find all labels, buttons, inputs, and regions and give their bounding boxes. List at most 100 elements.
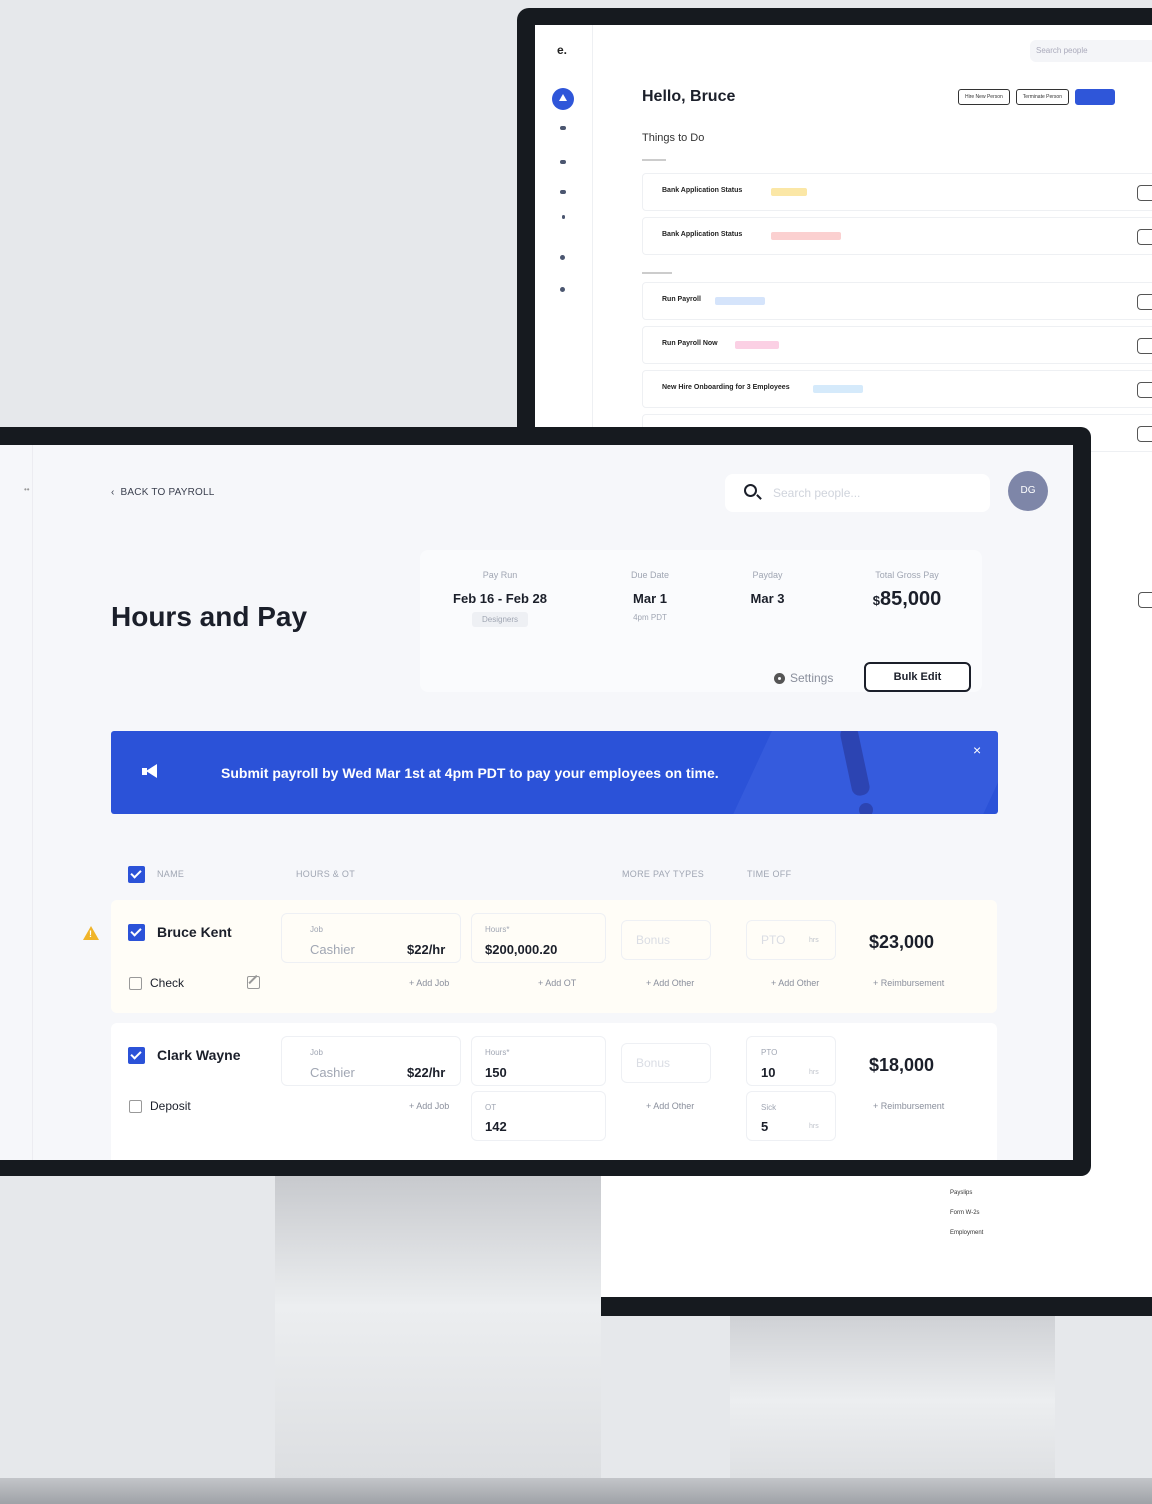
megaphone-icon: [142, 764, 158, 778]
employee-name[interactable]: Clark Wayne: [157, 1047, 241, 1063]
add-other-pay-link[interactable]: + Add Other: [646, 978, 694, 988]
rate-value: $22/hr: [407, 1065, 446, 1080]
status-badge: [813, 385, 863, 393]
back-link-label: BACK TO PAYROLL: [120, 487, 215, 498]
gross-pay-value: $85,000: [857, 588, 957, 611]
todo-action-button[interactable]: [1137, 426, 1152, 442]
hours-and-pay-screen: •• ‹ BACK TO PAYROLL DG Hours and Pay Pay…: [0, 445, 1073, 1160]
status-badge: [771, 188, 807, 196]
add-other-pay-link[interactable]: + Add Other: [646, 1101, 694, 1111]
warning-icon[interactable]: [83, 926, 99, 940]
payday-label: Payday: [752, 570, 783, 580]
row-checkbox[interactable]: [128, 924, 145, 941]
employee-name[interactable]: Bruce Kent: [157, 924, 232, 940]
bulk-edit-button[interactable]: Bulk Edit: [864, 662, 971, 692]
hours-unit: hrs: [809, 937, 819, 944]
documents-item[interactable]: Employment: [950, 1230, 983, 1236]
status-badge: [735, 341, 779, 349]
back-search-input[interactable]: Search people: [1030, 40, 1152, 62]
back-to-payroll-link[interactable]: ‹ BACK TO PAYROLL: [111, 487, 215, 498]
pay-run-value: Feb 16 - Feb 28: [453, 591, 547, 606]
search-icon: [744, 484, 757, 497]
todo-row[interactable]: Run Payroll Now: [642, 326, 1152, 364]
todo-title: Run Payroll: [662, 296, 701, 303]
hours-unit: hrs: [809, 1123, 819, 1130]
todo-action-button[interactable]: [1137, 338, 1152, 354]
gear-icon: [774, 672, 785, 684]
left-sidebar: ••: [0, 445, 33, 1160]
pto-label: PTO: [761, 1048, 778, 1057]
add-job-link[interactable]: + Add Job: [409, 1101, 449, 1111]
job-label: Job: [310, 925, 323, 934]
select-all-checkbox[interactable]: [128, 866, 145, 883]
check-icon: [129, 976, 142, 990]
todo-action-button[interactable]: [1137, 382, 1152, 398]
todo-action-button[interactable]: [1137, 185, 1152, 201]
hours-unit: hrs: [809, 1069, 819, 1076]
close-icon[interactable]: ×: [973, 742, 981, 758]
add-ot-link[interactable]: + Add OT: [538, 978, 576, 988]
pto-field[interactable]: [746, 1036, 836, 1086]
back-primary-button[interactable]: [1074, 89, 1115, 105]
back-nav-people-icon[interactable]: [560, 160, 566, 164]
things-to-do-title: Things to Do: [642, 132, 705, 144]
add-job-link[interactable]: + Add Job: [409, 978, 449, 988]
todo-row[interactable]: Bank Application Status: [642, 217, 1152, 255]
pay-method[interactable]: Check: [129, 976, 184, 990]
back-nav-settings-icon[interactable]: [560, 287, 565, 292]
back-header-buttons: Hire New Person Terminate Person: [958, 89, 1115, 105]
pay-method[interactable]: Deposit: [129, 1099, 191, 1113]
documents-item[interactable]: Payslips: [950, 1190, 972, 1196]
hours-value: 150: [485, 1065, 507, 1080]
avatar[interactable]: DG: [1008, 471, 1048, 511]
settings-link[interactable]: Settings: [774, 671, 833, 685]
todo-action-button[interactable]: [1137, 229, 1152, 245]
pay-run-label: Pay Run: [482, 570, 518, 580]
hire-new-person-button[interactable]: Hire New Person: [958, 89, 1010, 105]
pay-summary-card: Pay Run Feb 16 - Feb 28 Designers Due Da…: [420, 550, 982, 692]
payday-value: Mar 3: [750, 591, 785, 606]
add-other-time-link[interactable]: + Add Other: [771, 978, 819, 988]
back-documents-list: Payslips Form W-2s Employment: [595, 1160, 1152, 1280]
todo-row[interactable]: Bank Application Status: [642, 173, 1152, 211]
add-reimbursement-link[interactable]: + Reimbursement: [873, 1101, 944, 1111]
todo-row[interactable]: New Hire Onboarding for 3 Employees: [642, 370, 1152, 408]
terminate-person-button[interactable]: Terminate Person: [1015, 89, 1069, 105]
desk-surface: [0, 1478, 1152, 1504]
job-value: Cashier: [310, 942, 355, 957]
sick-value: 5: [761, 1119, 769, 1134]
back-sidebar-avatar-icon[interactable]: [552, 88, 574, 110]
search-input[interactable]: [773, 484, 973, 502]
back-nav-home-icon[interactable]: [560, 126, 566, 130]
pay-method-label: Check: [150, 976, 185, 990]
todo-title: Bank Application Status: [662, 187, 743, 194]
back-nav-dot-icon[interactable]: [562, 215, 565, 219]
pay-run-tag: Designers: [471, 612, 528, 627]
pto-field[interactable]: [746, 920, 836, 960]
banner-exclamation-dot: [859, 803, 873, 814]
due-date-label: Due Date: [630, 570, 670, 580]
pay-run-summary: Pay Run Feb 16 - Feb 28 Designers: [450, 570, 550, 627]
back-logo: e.: [557, 43, 568, 57]
search-bar[interactable]: [725, 474, 990, 512]
back-nav-payroll-icon[interactable]: [560, 190, 566, 194]
add-reimbursement-link[interactable]: + Reimbursement: [873, 978, 944, 988]
back-nav-reports-icon[interactable]: [560, 255, 565, 260]
todo-row[interactable]: Run Payroll: [642, 282, 1152, 320]
hours-label: Hours*: [485, 925, 510, 934]
back-section-label: [642, 272, 672, 274]
row-checkbox[interactable]: [128, 1047, 145, 1064]
edit-icon[interactable]: [247, 976, 260, 989]
todo-action-button[interactable]: [1138, 592, 1152, 608]
settings-label: Settings: [790, 671, 834, 685]
job-value: Cashier: [310, 1065, 355, 1080]
bonus-placeholder: Bonus: [636, 933, 671, 947]
ot-label: OT: [485, 1103, 497, 1112]
column-header-more-pay: MORE PAY TYPES: [622, 869, 705, 879]
payroll-deadline-banner: Submit payroll by Wed Mar 1st at 4pm PDT…: [111, 731, 998, 814]
documents-item[interactable]: Form W-2s: [950, 1210, 980, 1216]
todo-action-button[interactable]: [1137, 294, 1152, 310]
page-title: Hours and Pay: [111, 601, 308, 632]
sick-field[interactable]: [746, 1091, 836, 1141]
sidebar-dots-icon[interactable]: ••: [24, 485, 30, 494]
